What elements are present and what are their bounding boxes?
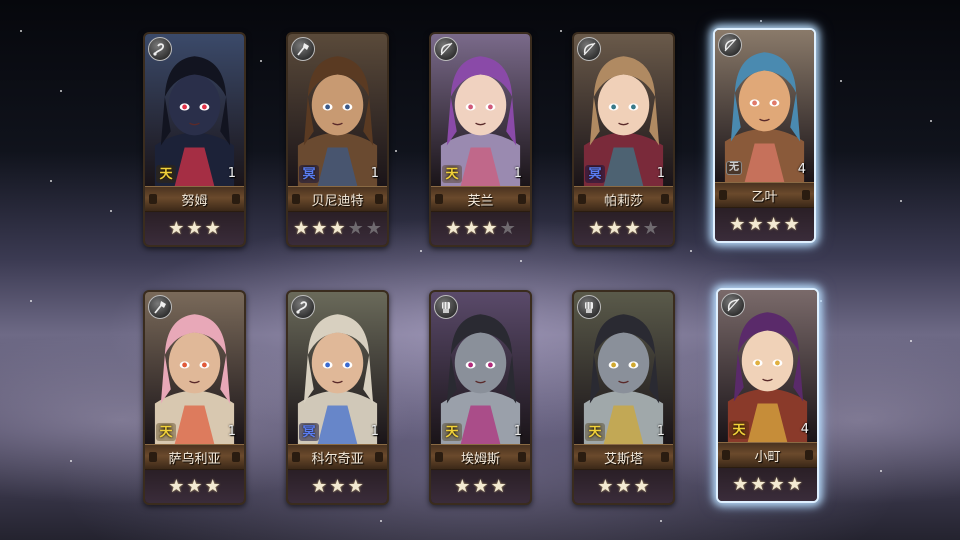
bow-icon: [434, 37, 458, 61]
character-level: 1: [513, 424, 522, 439]
character-card[interactable]: 天 1 努姆 ★ ★ ★: [143, 32, 246, 247]
star-filled-icon: ★: [490, 475, 507, 497]
star-filled-icon: ★: [445, 217, 462, 239]
character-level: 1: [227, 424, 236, 439]
rarity-stars: ★ ★ ★: [288, 470, 387, 503]
character-name: 贝尼迪特: [288, 186, 387, 212]
star-filled-icon: ★: [783, 213, 800, 235]
character-card[interactable]: 天 1 芙兰 ★ ★ ★ ★: [429, 32, 532, 247]
rarity-stars: ★ ★ ★: [145, 470, 244, 503]
star-filled-icon: ★: [472, 475, 489, 497]
star-empty-icon: ★: [365, 217, 382, 239]
character-name: 埃姆斯: [431, 444, 530, 470]
axe-icon: [291, 37, 315, 61]
star-filled-icon: ★: [311, 217, 328, 239]
star-filled-icon: ★: [329, 217, 346, 239]
star-filled-icon: ★: [481, 217, 498, 239]
star-filled-icon: ★: [615, 475, 632, 497]
rarity-stars: ★ ★ ★: [145, 212, 244, 245]
star-filled-icon: ★: [204, 475, 221, 497]
star-filled-icon: ★: [786, 473, 803, 495]
element-badge: 冥: [299, 423, 319, 441]
star-empty-icon: ★: [642, 217, 659, 239]
star-filled-icon: ★: [168, 217, 185, 239]
character-level: 4: [797, 162, 806, 177]
rarity-stars: ★ ★ ★ ★: [718, 468, 817, 501]
character-name: 科尔奇亚: [288, 444, 387, 470]
star-empty-icon: ★: [499, 217, 516, 239]
character-name: 艾斯塔: [574, 444, 673, 470]
star-filled-icon: ★: [768, 473, 785, 495]
whip-icon: [291, 295, 315, 319]
star-filled-icon: ★: [750, 473, 767, 495]
star-filled-icon: ★: [747, 213, 764, 235]
gauntlet-icon: [577, 295, 601, 319]
character-card[interactable]: 天 4 小町 ★ ★ ★ ★: [716, 288, 819, 503]
character-name: 帕莉莎: [574, 186, 673, 212]
rarity-stars: ★ ★ ★ ★: [574, 212, 673, 245]
star-filled-icon: ★: [624, 217, 641, 239]
whip-icon: [148, 37, 172, 61]
star-filled-icon: ★: [588, 217, 605, 239]
star-filled-icon: ★: [329, 475, 346, 497]
character-card[interactable]: 天 1 埃姆斯 ★ ★ ★: [429, 290, 532, 505]
character-name: 萨乌利亚: [145, 444, 244, 470]
bow-icon: [721, 293, 745, 317]
character-level: 1: [370, 424, 379, 439]
character-card[interactable]: 无 4 乙叶 ★ ★ ★ ★: [713, 28, 816, 243]
star-filled-icon: ★: [732, 473, 749, 495]
rarity-stars: ★ ★ ★ ★ ★: [288, 212, 387, 245]
character-card[interactable]: 天 1 艾斯塔 ★ ★ ★: [572, 290, 675, 505]
character-level: 4: [800, 422, 809, 437]
star-filled-icon: ★: [186, 475, 203, 497]
star-filled-icon: ★: [463, 217, 480, 239]
element-badge: 天: [156, 423, 176, 441]
character-card[interactable]: 冥 1 贝尼迪特 ★ ★ ★ ★ ★: [286, 32, 389, 247]
character-name: 小町: [718, 442, 817, 468]
star-filled-icon: ★: [454, 475, 471, 497]
rarity-stars: ★ ★ ★: [431, 470, 530, 503]
element-badge: 天: [156, 165, 176, 183]
star-filled-icon: ★: [186, 217, 203, 239]
star-filled-icon: ★: [597, 475, 614, 497]
star-empty-icon: ★: [347, 217, 364, 239]
bow-icon: [577, 37, 601, 61]
star-filled-icon: ★: [606, 217, 623, 239]
rarity-stars: ★ ★ ★ ★: [715, 208, 814, 241]
element-badge: 天: [442, 423, 462, 441]
star-filled-icon: ★: [168, 475, 185, 497]
star-filled-icon: ★: [293, 217, 310, 239]
element-badge: 天: [585, 423, 605, 441]
character-card[interactable]: 冥 1 帕莉莎 ★ ★ ★ ★: [572, 32, 675, 247]
bow-icon: [718, 33, 742, 57]
element-badge: 天: [442, 165, 462, 183]
star-filled-icon: ★: [347, 475, 364, 497]
gauntlet-icon: [434, 295, 458, 319]
axe-icon: [148, 295, 172, 319]
star-filled-icon: ★: [204, 217, 221, 239]
element-badge: 无: [726, 161, 742, 175]
character-level: 1: [370, 166, 379, 181]
element-badge: 冥: [299, 165, 319, 183]
star-filled-icon: ★: [311, 475, 328, 497]
star-filled-icon: ★: [729, 213, 746, 235]
rarity-stars: ★ ★ ★: [574, 470, 673, 503]
element-badge: 冥: [585, 165, 605, 183]
character-name: 芙兰: [431, 186, 530, 212]
rarity-stars: ★ ★ ★ ★: [431, 212, 530, 245]
character-name: 乙叶: [715, 182, 814, 208]
star-filled-icon: ★: [633, 475, 650, 497]
character-card[interactable]: 冥 1 科尔奇亚 ★ ★ ★: [286, 290, 389, 505]
character-level: 1: [656, 166, 665, 181]
character-level: 1: [656, 424, 665, 439]
element-badge: 天: [729, 421, 749, 439]
character-level: 1: [513, 166, 522, 181]
character-level: 1: [227, 166, 236, 181]
character-card[interactable]: 天 1 萨乌利亚 ★ ★ ★: [143, 290, 246, 505]
character-name: 努姆: [145, 186, 244, 212]
star-filled-icon: ★: [765, 213, 782, 235]
